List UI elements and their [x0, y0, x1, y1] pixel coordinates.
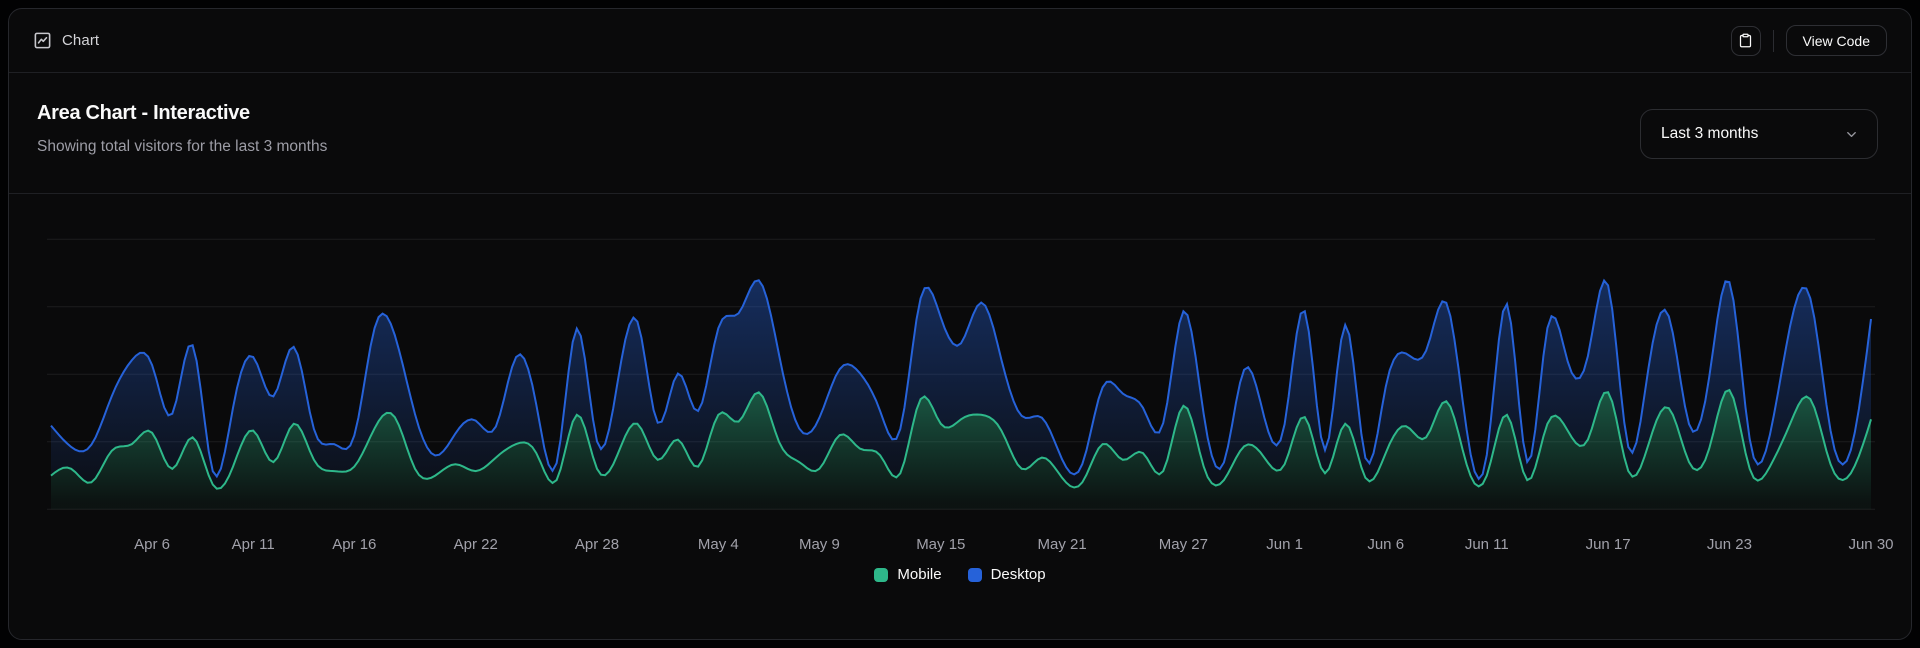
x-tick-label: May 9 [799, 536, 840, 553]
legend-item-mobile: Mobile [874, 566, 941, 583]
x-tick-label: Apr 22 [454, 536, 498, 553]
legend-label-desktop: Desktop [991, 566, 1046, 583]
legend-swatch-mobile [874, 568, 888, 582]
x-tick-label: Jun 6 [1367, 536, 1404, 553]
x-tick-label: Jun 11 [1465, 536, 1509, 553]
block-toolbar: Chart View Code [9, 9, 1911, 73]
legend-swatch-desktop [968, 568, 982, 582]
card-subtitle: Showing total visitors for the last 3 mo… [37, 138, 327, 156]
block-title: Chart [62, 32, 99, 49]
chart-legend: Mobile Desktop [9, 566, 1911, 583]
toolbar-divider [1773, 30, 1774, 52]
x-tick-label: May 21 [1037, 536, 1086, 553]
card-title: Area Chart - Interactive [37, 102, 250, 125]
x-tick-label: Jun 30 [1848, 536, 1893, 553]
x-tick-label: Jun 1 [1266, 536, 1303, 553]
time-range-value: Last 3 months [1661, 125, 1758, 143]
x-tick-label: Apr 16 [332, 536, 376, 553]
x-tick-label: Apr 28 [575, 536, 619, 553]
area-chart[interactable]: Apr 6 Apr 11 Apr 16 Apr 22 Apr 28 May 4 May 9 M… [10, 170, 1912, 570]
x-tick-label: Apr 6 [134, 536, 170, 553]
view-code-button[interactable]: View Code [1786, 25, 1887, 56]
legend-item-desktop: Desktop [968, 566, 1046, 583]
x-tick-label: Jun 17 [1586, 536, 1631, 553]
chart-icon [33, 31, 52, 50]
clipboard-icon [1738, 33, 1753, 48]
legend-label-mobile: Mobile [897, 566, 941, 583]
x-tick-label: May 27 [1159, 536, 1208, 553]
copy-code-button[interactable] [1731, 26, 1761, 56]
chart-block-card: Chart View Code Area Chart - Interactive… [8, 8, 1912, 640]
x-tick-label: Apr 11 [232, 536, 275, 553]
x-tick-label: May 15 [916, 536, 965, 553]
chevron-down-icon [1844, 127, 1859, 142]
time-range-select[interactable]: Last 3 months [1640, 109, 1878, 159]
x-tick-label: May 4 [698, 536, 739, 553]
x-tick-label: Jun 23 [1707, 536, 1752, 553]
